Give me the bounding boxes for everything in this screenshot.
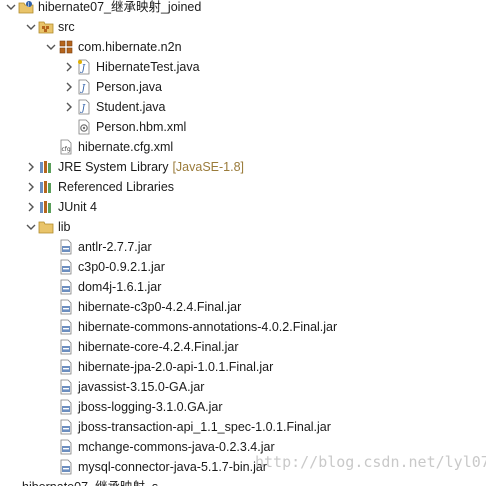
jar-file-icon — [58, 239, 74, 255]
chevron-down-icon[interactable] — [24, 17, 38, 37]
java-file-icon: J — [76, 99, 92, 115]
src-label: src — [58, 20, 75, 34]
java-file-icon: J — [76, 59, 92, 75]
jar-file-icon — [58, 399, 74, 415]
project-label: hibernate07_继承映射_joined — [38, 0, 202, 14]
chevron-down-icon[interactable] — [44, 37, 58, 57]
tree-item-junit[interactable]: JUnit 4 — [24, 197, 97, 217]
file-label: HibernateTest.java — [96, 60, 200, 74]
chevron-right-icon[interactable] — [24, 157, 38, 177]
tree-item-jar[interactable]: mysql-connector-java-5.1.7-bin.jar — [44, 457, 267, 477]
package-label: com.hibernate.n2n — [78, 40, 182, 54]
tree-item-project[interactable]: J hibernate07_继承映射_joined — [4, 0, 201, 17]
jar-label: c3p0-0.9.2.1.jar — [78, 260, 165, 274]
jre-label: JRE System Library — [58, 160, 169, 174]
tree-item-package[interactable]: com.hibernate.n2n — [44, 37, 182, 57]
jar-file-icon — [58, 419, 74, 435]
jar-file-icon — [58, 299, 74, 315]
jar-file-icon — [58, 319, 74, 335]
tree-item-file[interactable]: J Student.java — [62, 97, 166, 117]
jar-label: dom4j-1.6.1.jar — [78, 280, 162, 294]
tree-item-jar[interactable]: hibernate-commons-annotations-4.0.2.Fina… — [44, 317, 337, 337]
jar-label: hibernate-jpa-2.0-api-1.0.1.Final.jar — [78, 360, 274, 374]
svg-text:cfg: cfg — [62, 146, 71, 153]
jar-label: javassist-3.15.0-GA.jar — [78, 380, 205, 394]
jar-label: hibernate-c3p0-4.2.4.Final.jar — [78, 300, 242, 314]
tree-item-jar[interactable]: c3p0-0.9.2.1.jar — [44, 257, 165, 277]
package-icon — [58, 39, 74, 55]
chevron-right-icon[interactable] — [62, 57, 76, 77]
file-label: Person.java — [96, 80, 163, 94]
junit-label: JUnit 4 — [58, 200, 97, 214]
java-project-icon: J — [18, 0, 34, 15]
tree-item-jre[interactable]: JRE System Library [JavaSE-1.8] — [24, 157, 244, 177]
jre-version-decoration: [JavaSE-1.8] — [172, 160, 245, 174]
tree-item-cfg[interactable]: cfg hibernate.cfg.xml — [44, 137, 173, 157]
tree-item-jar[interactable]: jboss-logging-3.1.0.GA.jar — [44, 397, 223, 417]
cfg-file-icon: cfg — [58, 139, 74, 155]
referenced-libraries-label: Referenced Libraries — [58, 180, 175, 194]
tree-item-next-project[interactable]: hibernate07_继承映射_s... — [22, 478, 169, 486]
cfg-label: hibernate.cfg.xml — [78, 140, 174, 154]
folder-icon — [38, 219, 54, 235]
xml-file-icon — [76, 119, 92, 135]
svg-text:J: J — [27, 2, 29, 8]
jar-file-icon — [58, 259, 74, 275]
jar-label: mchange-commons-java-0.2.3.4.jar — [78, 440, 275, 454]
next-project-label: hibernate07_继承映射_s... — [22, 478, 169, 486]
tree-item-lib[interactable]: lib — [24, 217, 71, 237]
tree-item-referenced-libraries[interactable]: Referenced Libraries — [24, 177, 174, 197]
file-label: Person.hbm.xml — [96, 120, 187, 134]
tree-item-jar[interactable]: antlr-2.7.7.jar — [44, 237, 152, 257]
chevron-right-icon[interactable] — [62, 97, 76, 117]
tree-item-jar[interactable]: jboss-transaction-api_1.1_spec-1.0.1.Fin… — [44, 417, 331, 437]
project-explorer-tree: J hibernate07_继承映射_joined src com.hibern… — [0, 0, 486, 486]
tree-item-file[interactable]: J HibernateTest.java — [62, 57, 200, 77]
jar-file-icon — [58, 379, 74, 395]
tree-item-jar[interactable]: hibernate-jpa-2.0-api-1.0.1.Final.jar — [44, 357, 273, 377]
chevron-down-icon[interactable] — [24, 217, 38, 237]
chevron-down-icon[interactable] — [4, 0, 18, 17]
jar-file-icon — [58, 279, 74, 295]
java-file-icon: J — [76, 79, 92, 95]
lib-label: lib — [58, 220, 71, 234]
tree-item-jar[interactable]: hibernate-c3p0-4.2.4.Final.jar — [44, 297, 241, 317]
tree-item-jar[interactable]: dom4j-1.6.1.jar — [44, 277, 161, 297]
chevron-right-icon[interactable] — [62, 77, 76, 97]
tree-item-jar[interactable]: javassist-3.15.0-GA.jar — [44, 377, 204, 397]
jar-label: antlr-2.7.7.jar — [78, 240, 152, 254]
tree-item-jar[interactable]: hibernate-core-4.2.4.Final.jar — [44, 337, 239, 357]
jar-label: jboss-logging-3.1.0.GA.jar — [78, 400, 223, 414]
jar-file-icon — [58, 359, 74, 375]
tree-item-jar[interactable]: mchange-commons-java-0.2.3.4.jar — [44, 437, 275, 457]
tree-item-file[interactable]: J Person.java — [62, 77, 162, 97]
tree-item-file[interactable]: Person.hbm.xml — [62, 117, 186, 137]
file-label: Student.java — [96, 100, 166, 114]
jar-file-icon — [58, 439, 74, 455]
jar-file-icon — [58, 459, 74, 475]
jar-label: jboss-transaction-api_1.1_spec-1.0.1.Fin… — [78, 420, 331, 434]
chevron-right-icon[interactable] — [24, 197, 38, 217]
watermark-text: http://blog.csdn.net/lyl0724 — [255, 453, 486, 471]
jar-file-icon — [58, 339, 74, 355]
library-icon — [38, 179, 54, 195]
jar-label: mysql-connector-java-5.1.7-bin.jar — [78, 460, 267, 474]
jar-label: hibernate-commons-annotations-4.0.2.Fina… — [78, 320, 338, 334]
tree-item-src[interactable]: src — [24, 17, 75, 37]
library-icon — [38, 199, 54, 215]
source-folder-icon — [38, 19, 54, 35]
chevron-right-icon[interactable] — [24, 177, 38, 197]
jar-label: hibernate-core-4.2.4.Final.jar — [78, 340, 239, 354]
library-icon — [38, 159, 54, 175]
